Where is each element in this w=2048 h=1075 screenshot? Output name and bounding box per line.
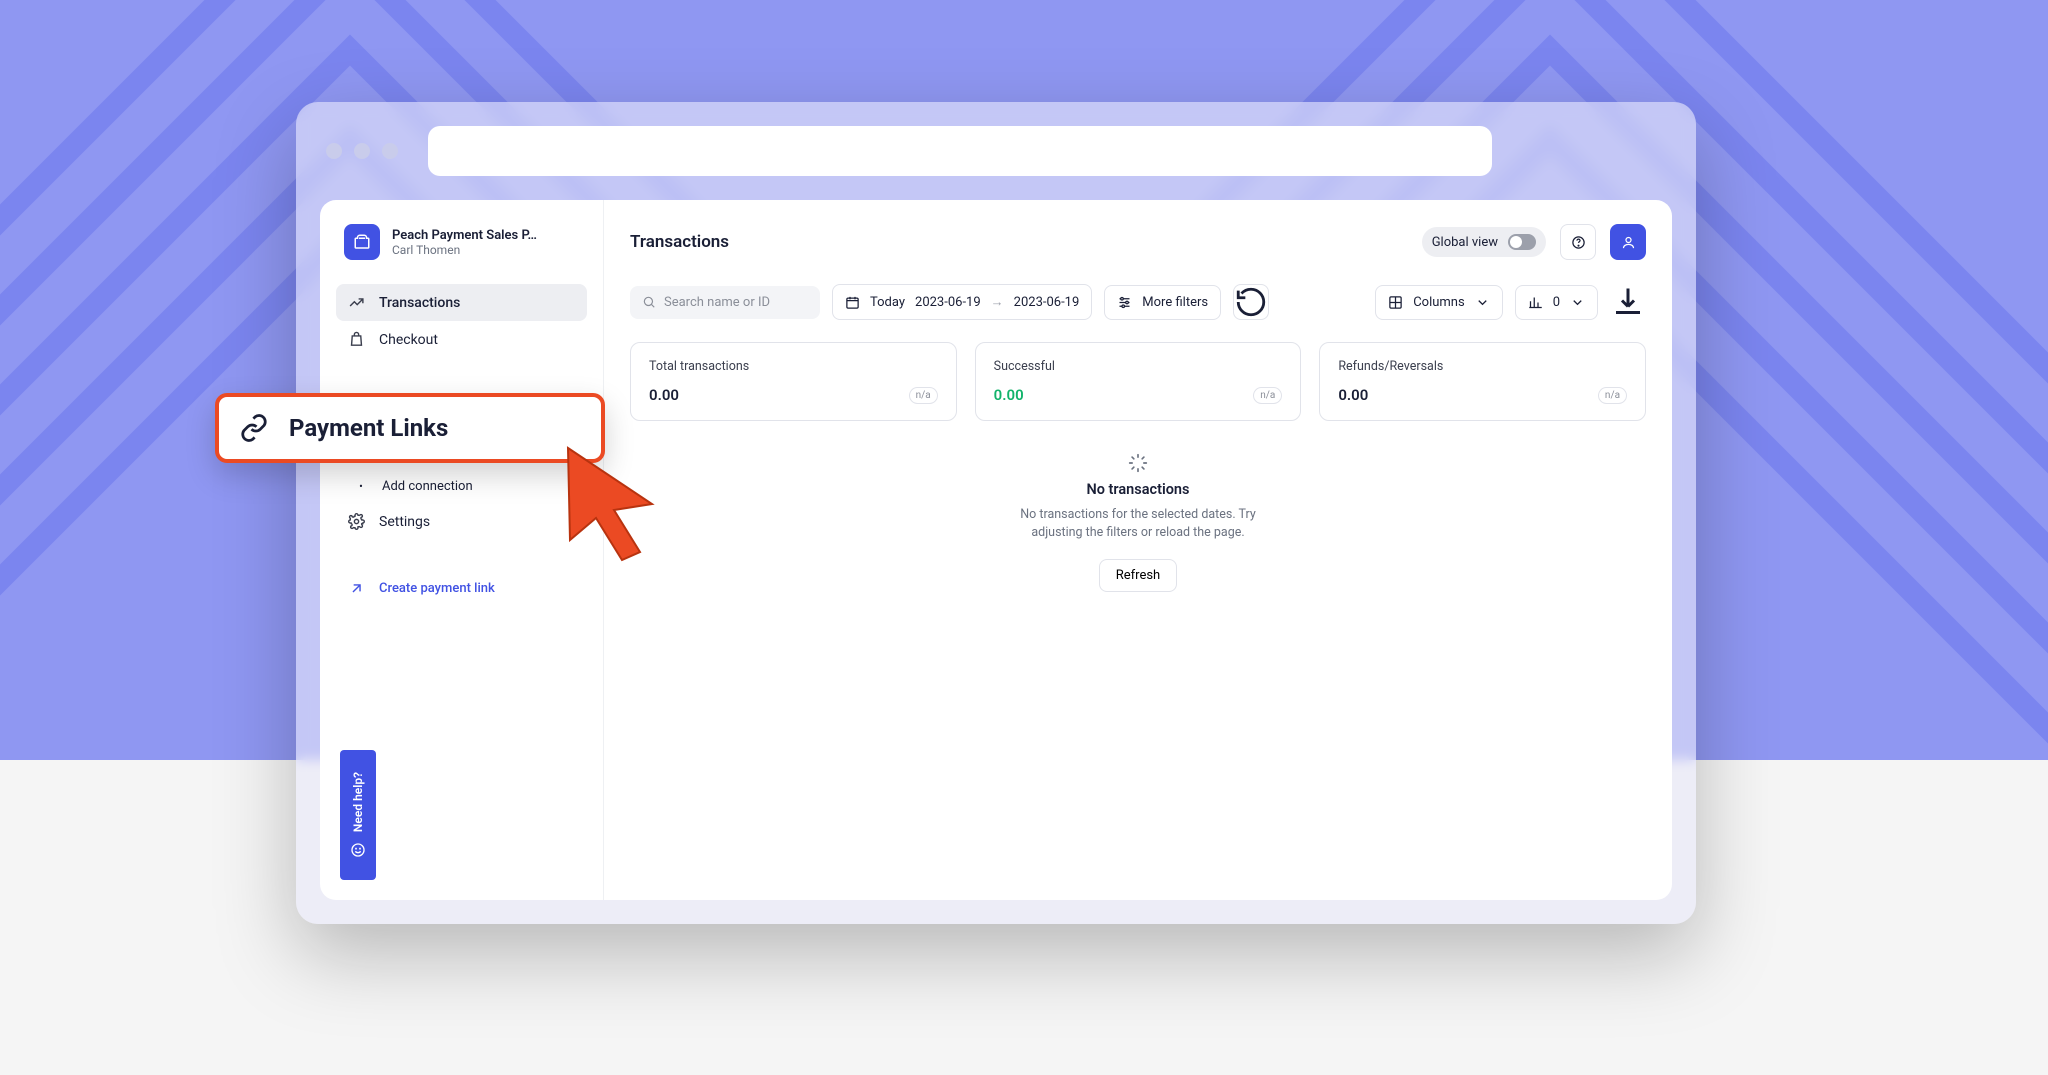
nav-label: Create payment link xyxy=(379,581,495,596)
date-to: 2023-06-19 xyxy=(1014,295,1080,310)
account-button[interactable] xyxy=(1610,224,1646,260)
org-switcher[interactable]: Peach Payment Sales P… Carl Thomen xyxy=(336,224,587,280)
window-controls xyxy=(326,143,398,159)
nav-label: Settings xyxy=(379,514,430,530)
stat-total-transactions: Total transactions 0.00 n/a xyxy=(630,342,957,421)
bullet-icon: • xyxy=(354,480,368,493)
spinner-icon xyxy=(1128,453,1148,473)
filter-toolbar: Search name or ID Today 2023-06-19 → 202… xyxy=(630,284,1646,320)
chevron-down-icon xyxy=(1475,295,1490,310)
global-view-label: Global view xyxy=(1432,235,1498,250)
main-content: Transactions Global view xyxy=(604,200,1672,900)
more-filters-label: More filters xyxy=(1142,295,1208,310)
nav-checkout[interactable]: Checkout xyxy=(336,321,587,358)
payment-links-callout: Payment Links xyxy=(215,393,605,463)
wc-maximize[interactable] xyxy=(382,143,398,159)
app-shell: Peach Payment Sales P… Carl Thomen Trans… xyxy=(320,200,1672,900)
stat-na: n/a xyxy=(909,387,938,404)
sliders-icon xyxy=(1117,295,1132,310)
org-user: Carl Thomen xyxy=(392,243,537,257)
reset-icon xyxy=(1234,285,1268,319)
global-view-toggle[interactable]: Global view xyxy=(1422,227,1546,257)
cursor-pointer-icon xyxy=(560,442,670,562)
calendar-icon xyxy=(845,295,860,310)
arrow-up-right-icon xyxy=(348,580,365,597)
arrow-right-icon: → xyxy=(991,294,1004,310)
stats-row: Total transactions 0.00 n/a Successful 0… xyxy=(630,342,1646,421)
columns-label: Columns xyxy=(1413,295,1465,310)
chart-count: 0 xyxy=(1553,295,1560,310)
page-title: Transactions xyxy=(630,232,729,252)
trend-up-icon xyxy=(348,294,365,311)
columns-button[interactable]: Columns xyxy=(1375,285,1503,320)
need-help-tab[interactable]: Need help? xyxy=(340,750,376,880)
url-bar[interactable] xyxy=(428,126,1492,176)
browser-chrome xyxy=(320,126,1672,176)
gear-icon xyxy=(348,513,365,530)
help-button[interactable] xyxy=(1560,224,1596,260)
nav-add-connection[interactable]: • Add connection xyxy=(336,470,587,503)
empty-title: No transactions xyxy=(1086,481,1189,498)
chevron-down-icon xyxy=(1570,295,1585,310)
more-filters-button[interactable]: More filters xyxy=(1104,285,1221,320)
stat-title: Refunds/Reversals xyxy=(1338,359,1627,374)
nav-label: Transactions xyxy=(379,295,460,311)
nav-settings[interactable]: Settings xyxy=(336,503,587,540)
toggle-switch[interactable] xyxy=(1508,234,1536,250)
empty-state: No transactions No transactions for the … xyxy=(630,449,1646,592)
wc-minimize[interactable] xyxy=(354,143,370,159)
layout-icon xyxy=(1388,295,1403,310)
link-icon xyxy=(239,413,269,443)
stat-value: 0.00 xyxy=(1338,386,1368,404)
search-icon xyxy=(642,295,656,309)
reset-filters-button[interactable] xyxy=(1233,284,1269,320)
stat-title: Successful xyxy=(994,359,1283,374)
smile-icon xyxy=(350,842,366,858)
create-payment-link[interactable]: Create payment link xyxy=(336,570,587,607)
stat-na: n/a xyxy=(1253,387,1282,404)
bag-icon xyxy=(348,331,365,348)
stat-value: 0.00 xyxy=(649,386,679,404)
empty-text: No transactions for the selected dates. … xyxy=(998,506,1278,541)
download-icon xyxy=(1610,284,1646,320)
chart-count-button[interactable]: 0 xyxy=(1515,285,1598,320)
nav-label: Checkout xyxy=(379,332,438,348)
stat-value: 0.00 xyxy=(994,386,1024,404)
need-help-label: Need help? xyxy=(351,772,365,832)
stat-refunds: Refunds/Reversals 0.00 n/a xyxy=(1319,342,1646,421)
stat-title: Total transactions xyxy=(649,359,938,374)
page-header: Transactions Global view xyxy=(630,224,1646,260)
stat-successful: Successful 0.00 n/a xyxy=(975,342,1302,421)
search-placeholder: Search name or ID xyxy=(664,295,770,310)
download-button[interactable] xyxy=(1610,284,1646,320)
date-range-picker[interactable]: Today 2023-06-19 → 2023-06-19 xyxy=(832,284,1092,320)
browser-frame: Peach Payment Sales P… Carl Thomen Trans… xyxy=(296,102,1696,924)
nav-label: Add connection xyxy=(382,479,473,494)
date-from: 2023-06-19 xyxy=(915,295,981,310)
nav-transactions[interactable]: Transactions xyxy=(336,284,587,321)
org-icon xyxy=(344,224,380,260)
date-today: Today xyxy=(870,295,905,310)
search-input[interactable]: Search name or ID xyxy=(630,286,820,319)
bar-chart-icon xyxy=(1528,295,1543,310)
callout-label: Payment Links xyxy=(289,414,448,442)
refresh-button[interactable]: Refresh xyxy=(1099,559,1177,592)
stat-na: n/a xyxy=(1598,387,1627,404)
org-name: Peach Payment Sales P… xyxy=(392,228,537,243)
wc-close[interactable] xyxy=(326,143,342,159)
